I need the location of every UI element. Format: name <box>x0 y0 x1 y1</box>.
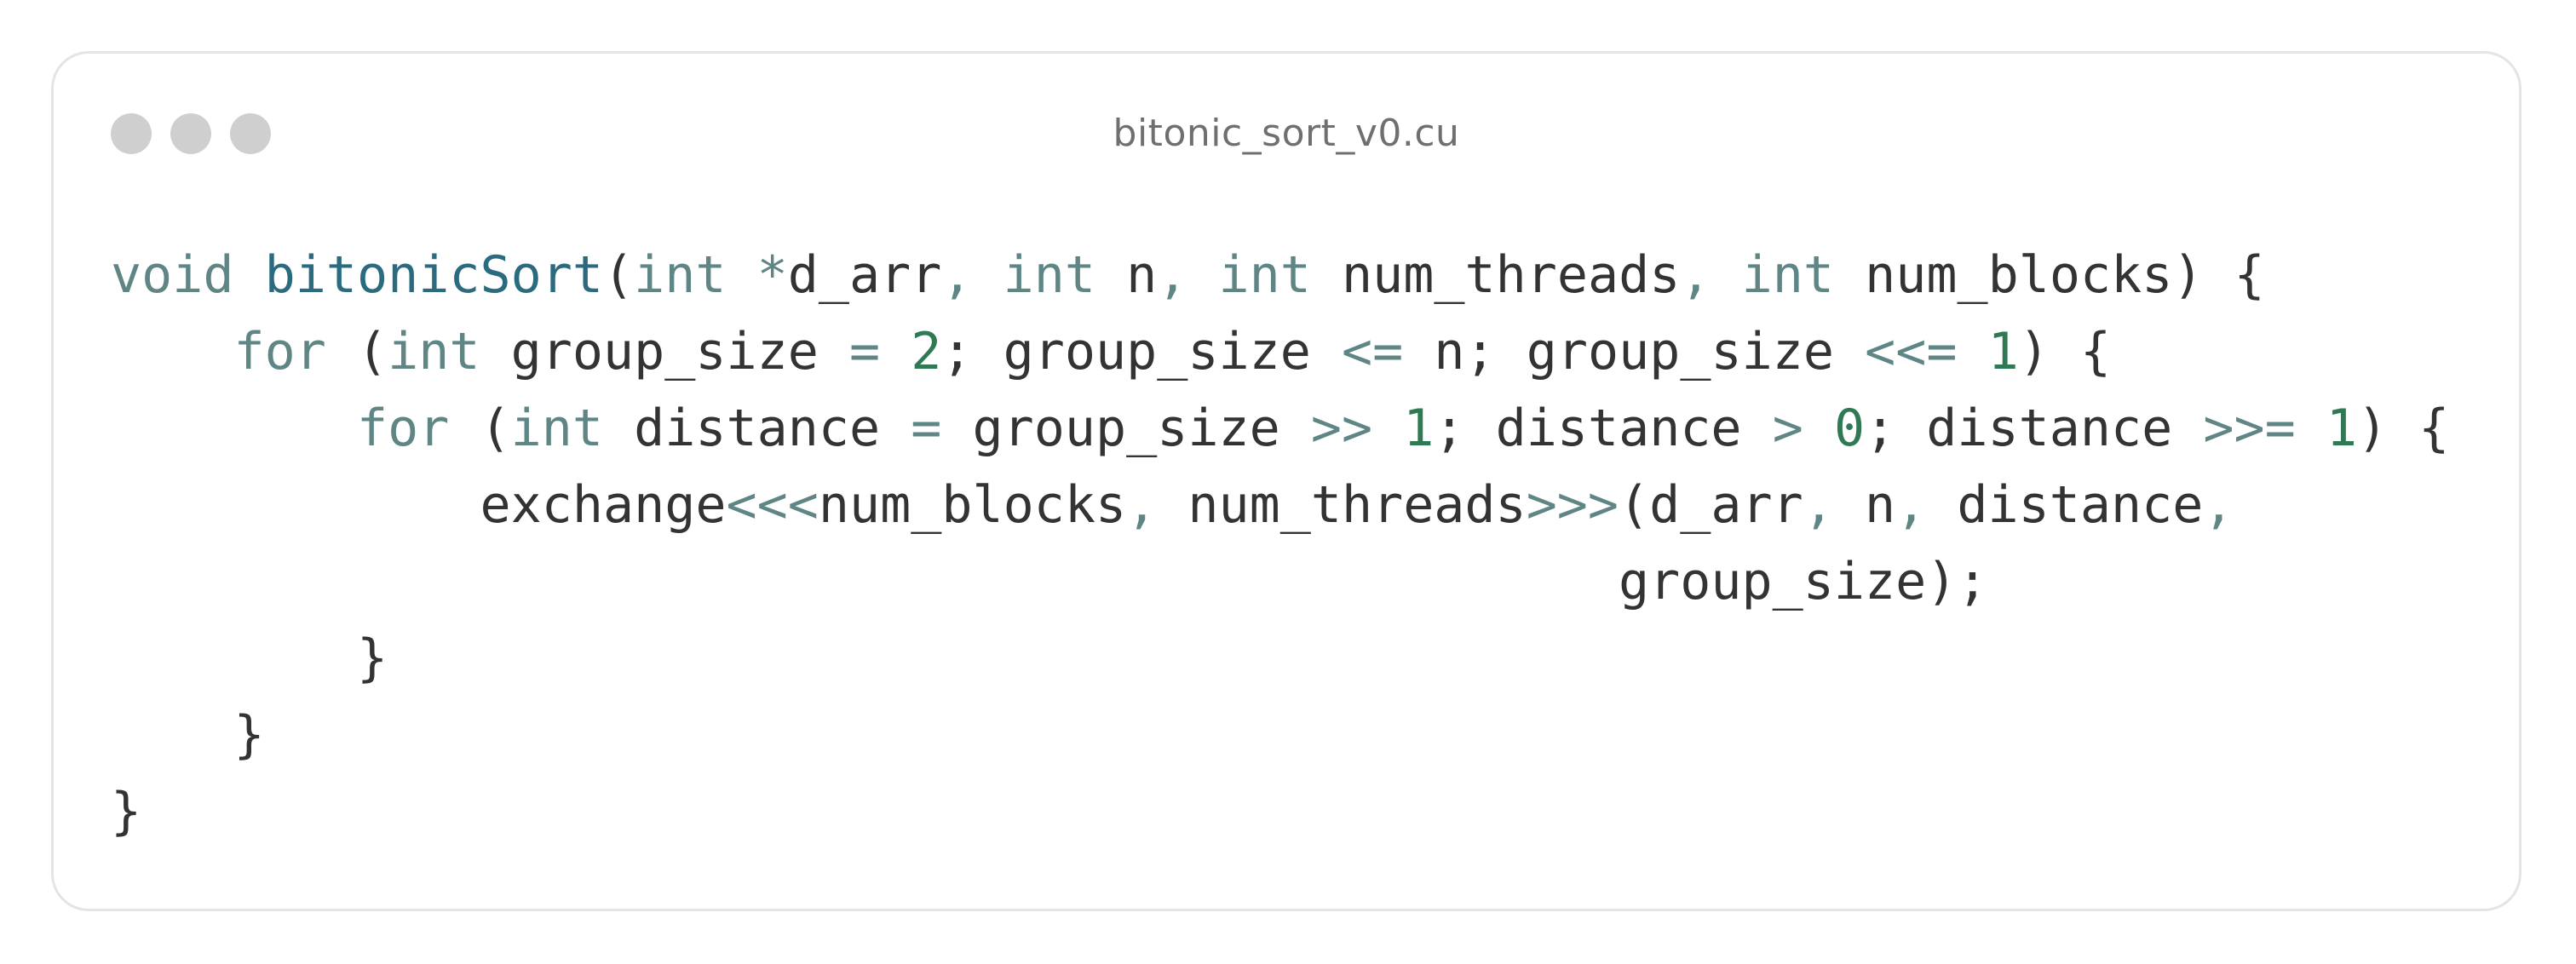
code-line: for (int group_size = 2; group_size <= n… <box>111 313 2449 390</box>
code-keyword: int <box>510 399 603 458</box>
code-operator: >>> <box>1526 475 1619 535</box>
code-text: } <box>111 705 265 765</box>
code-keyword: int <box>1003 245 1095 305</box>
code-text: ) { <box>2357 399 2450 458</box>
code-text: (d_arr <box>1619 475 1803 535</box>
code-text: group_size); <box>111 552 1988 611</box>
code-keyword: int <box>388 322 480 382</box>
code-text: ; group_size <box>941 322 1342 382</box>
code-number: 1 <box>1403 399 1435 458</box>
code-operator: , <box>1680 245 1711 305</box>
code-text: group_size <box>941 399 1311 458</box>
code-operator: = <box>911 399 942 458</box>
code-block: void bitonicSort(int *d_arr, int n, int … <box>111 237 2449 850</box>
code-line: void bitonicSort(int *d_arr, int n, int … <box>111 237 2449 313</box>
file-name-title: bitonic_sort_v0.cu <box>1113 112 1460 155</box>
code-text: ; distance <box>1865 399 2204 458</box>
code-keyword: void <box>111 245 234 305</box>
code-keyword: for <box>356 399 450 458</box>
code-operator: >> <box>1310 399 1373 458</box>
code-function-name: bitonicSort <box>264 245 603 305</box>
code-number: 0 <box>1833 399 1866 458</box>
code-line: } <box>111 773 2449 850</box>
code-text: num_blocks <box>818 475 1127 535</box>
code-operator: , <box>1157 245 1188 305</box>
code-text: n <box>1833 475 1896 535</box>
code-line: exchange<<<num_blocks, num_threads>>>(d_… <box>111 467 2449 543</box>
code-operator: >>= <box>2203 399 2296 458</box>
code-operator: <<< <box>726 475 819 535</box>
code-text: ( <box>325 322 388 382</box>
code-keyword: for <box>233 322 326 382</box>
title-bar: bitonic_sort_v0.cu <box>54 54 2519 215</box>
code-text: num_threads <box>1157 475 1527 535</box>
code-text: } <box>111 628 388 688</box>
code-keyword: int <box>1218 245 1311 305</box>
code-number: 2 <box>911 322 942 382</box>
code-keyword: int <box>1741 245 1834 305</box>
code-text: d_arr <box>787 245 942 305</box>
code-operator: , <box>1803 475 1834 535</box>
code-operator: = <box>848 322 881 382</box>
code-text: num_threads <box>1310 245 1681 305</box>
code-line: } <box>111 697 2449 773</box>
code-operator: <<= <box>1865 322 1958 382</box>
code-text: distance <box>602 399 911 458</box>
code-text: n; group_size <box>1403 322 1866 382</box>
code-text: ) { <box>2018 322 2112 382</box>
code-operator: , <box>2203 475 2234 535</box>
code-line: } <box>111 620 2449 697</box>
code-operator: , <box>1126 475 1158 535</box>
code-number: 1 <box>1987 322 2019 382</box>
code-operator: , <box>1895 475 1927 535</box>
code-operator: , <box>941 245 973 305</box>
code-line: for (int distance = group_size >> 1; dis… <box>111 390 2449 467</box>
code-text: distance <box>1926 475 2204 535</box>
code-operator: > <box>1772 399 1803 458</box>
code-operator: * <box>756 245 788 305</box>
code-operator: <= <box>1341 322 1404 382</box>
code-text: ; distance <box>1434 399 1773 458</box>
code-text: } <box>111 782 142 841</box>
code-number: 1 <box>2326 399 2358 458</box>
code-text: num_blocks) { <box>1833 245 2265 305</box>
code-text: group_size <box>480 322 849 382</box>
code-text: exchange <box>111 475 727 535</box>
code-keyword: int <box>634 245 727 305</box>
code-line: group_size); <box>111 543 2449 620</box>
code-text: ( <box>602 245 635 305</box>
code-window: bitonic_sort_v0.cu void bitonicSort(int … <box>51 51 2521 911</box>
code-text: n <box>1095 245 1158 305</box>
code-text: ( <box>449 399 511 458</box>
